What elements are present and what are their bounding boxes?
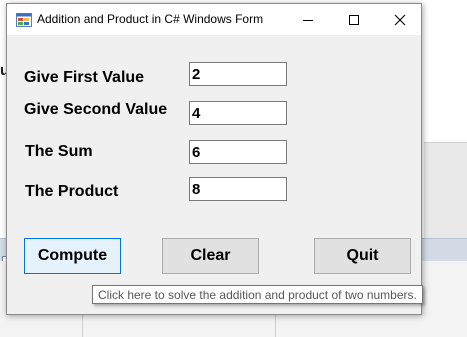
clear-button[interactable]: Clear <box>162 238 259 274</box>
quit-button[interactable]: Quit <box>314 238 411 274</box>
maximize-icon <box>349 15 359 25</box>
maximize-button[interactable] <box>331 4 377 35</box>
sum-label: The Sum <box>25 143 93 160</box>
winforms-app-icon <box>16 12 32 28</box>
second-value-input[interactable]: 4 <box>189 101 287 125</box>
title-bar[interactable]: Addition and Product in C# Windows Form <box>7 4 421 35</box>
close-icon <box>394 14 406 26</box>
sum-output-field[interactable]: 6 <box>189 140 287 164</box>
window-title: Addition and Product in C# Windows Form <box>37 12 264 26</box>
second-value-label: Give Second Value <box>24 101 168 118</box>
main-window: Addition and Product in C# Windows Form … <box>6 3 422 315</box>
background-window-panel <box>424 142 467 238</box>
first-value-label: Give First Value <box>24 69 145 86</box>
first-value-input[interactable]: 2 <box>189 62 287 86</box>
minimize-icon <box>303 20 313 21</box>
compute-tooltip: Click here to solve the addition and pro… <box>92 285 423 304</box>
desktop-background: u Addition and Product in C# Windows For… <box>0 0 467 337</box>
minimize-button[interactable] <box>285 4 331 35</box>
product-output-field[interactable]: 8 <box>189 177 287 201</box>
compute-button[interactable]: Compute <box>24 238 121 274</box>
product-label: The Product <box>25 183 119 200</box>
close-button[interactable] <box>377 4 423 35</box>
